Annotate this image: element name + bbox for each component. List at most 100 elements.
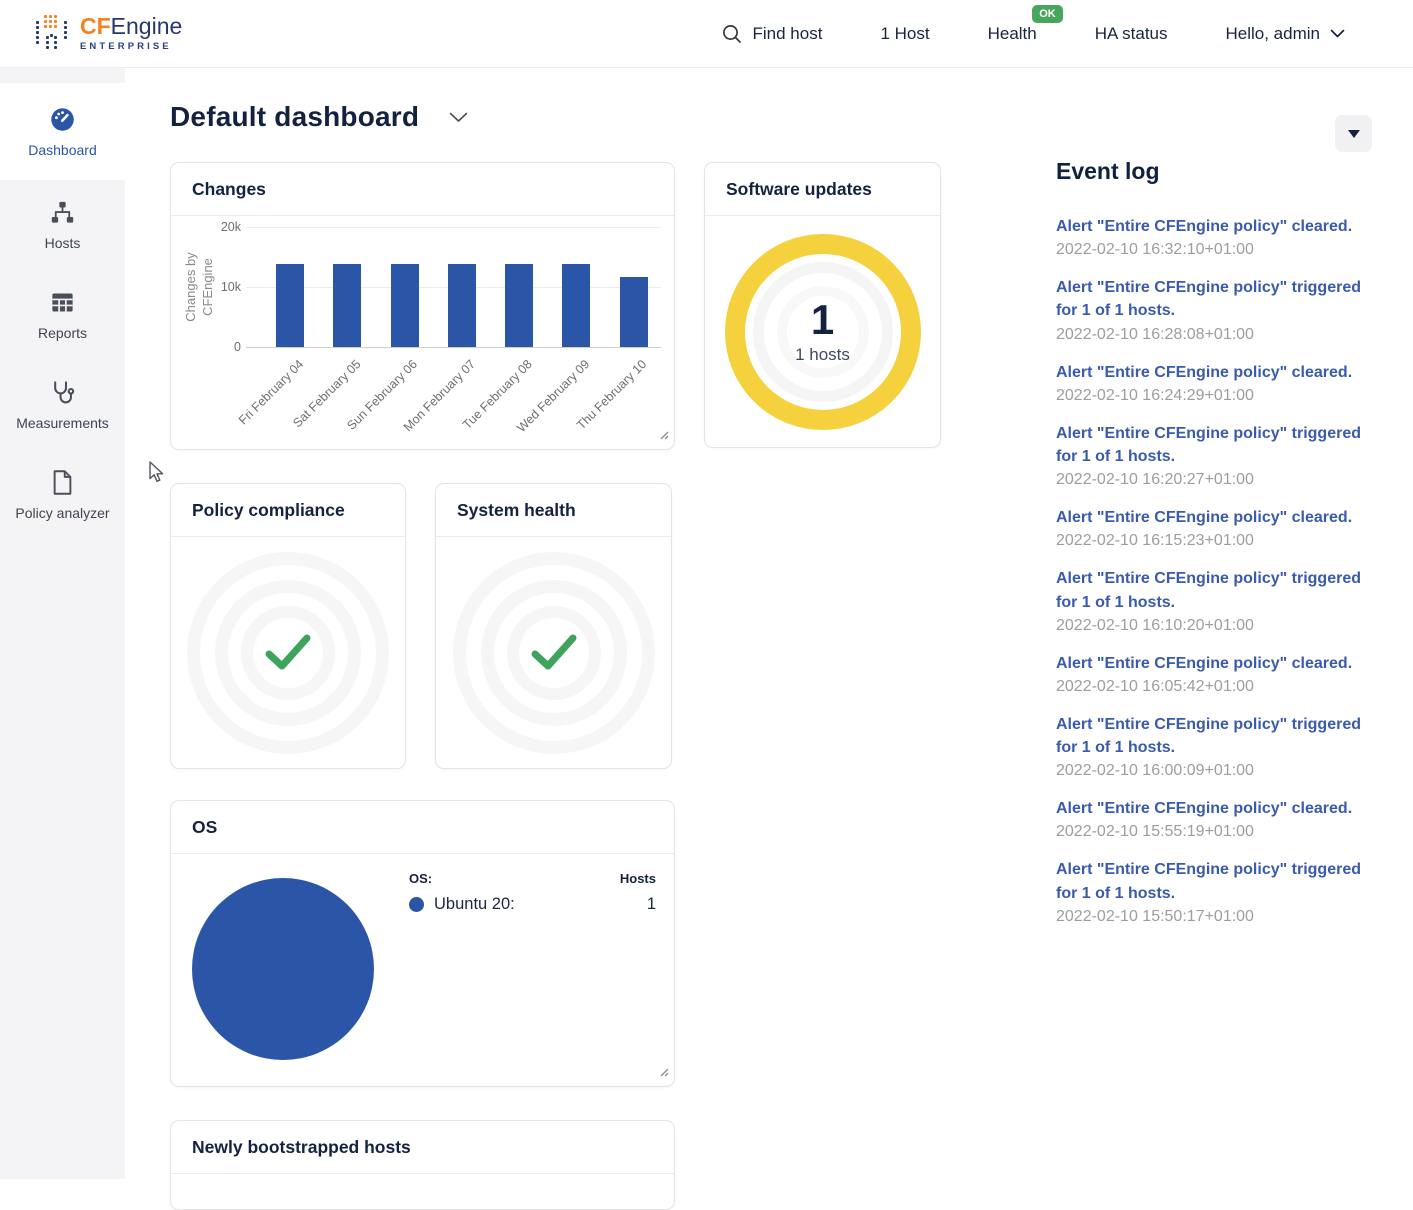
header-nav: Find host 1 Host Health OK HA status Hel… [721, 23, 1345, 45]
page-title: Default dashboard [170, 101, 419, 133]
x-axis-line [246, 347, 661, 348]
event-log-collapse-button[interactable] [1335, 115, 1372, 152]
changes-resize-handle[interactable] [658, 427, 669, 445]
document-icon [50, 469, 75, 496]
changes-bar [562, 264, 590, 347]
y-axis-tick-label: 0 [199, 340, 241, 354]
event-log-entry: Alert "Entire CFEngine policy" cleared.2… [1056, 506, 1372, 550]
software-updates-count: 1 [795, 298, 850, 342]
event-log-timestamp: 2022-02-10 15:55:19+01:00 [1056, 823, 1372, 841]
changes-bar [505, 264, 533, 347]
event-log-entry-link[interactable]: Alert "Entire CFEngine policy" triggered… [1056, 422, 1372, 468]
os-panel: OS OS: Hosts Ubuntu 20:1 [170, 800, 675, 1087]
ring-decoration [481, 580, 627, 726]
changes-panel: Changes Changes byCFEngine 20k10k0Fri Fe… [170, 162, 675, 450]
check-ok-icon [530, 634, 578, 672]
event-log-entry: Alert "Entire CFEngine policy" triggered… [1056, 858, 1372, 925]
sidebar-item-measurements[interactable]: Measurements [0, 360, 125, 450]
gauge-icon [49, 106, 76, 133]
gridline [246, 227, 661, 228]
event-log-entry-link[interactable]: Alert "Entire CFEngine policy" cleared. [1056, 506, 1372, 529]
system-health-panel: System health [435, 483, 672, 769]
event-log-entry: Alert "Entire CFEngine policy" cleared. 2… [1056, 215, 1372, 259]
event-log-timestamp: 2022-02-10 16:05:42+01:00 [1056, 678, 1372, 696]
event-log-entry: Alert "Entire CFEngine policy" cleared. 2… [1056, 652, 1372, 696]
event-log-entry-link[interactable]: Alert "Entire CFEngine policy" triggered… [1056, 567, 1372, 613]
event-log-entry-link[interactable]: Alert "Entire CFEngine policy" triggered… [1056, 276, 1372, 322]
main-content: Default dashboard Changes Changes byCFEn… [125, 68, 1413, 1179]
top-header: CFEngine ENTERPRISE Find host 1 Host Hea… [0, 0, 1413, 68]
sidebar-item-hosts[interactable]: Hosts [0, 180, 125, 270]
changes-bar [391, 264, 419, 347]
os-hosts-header: Hosts [620, 871, 656, 886]
ring-decoration [241, 606, 335, 700]
ha-status-link[interactable]: HA status [1095, 24, 1168, 44]
caret-down-icon [1348, 130, 1360, 138]
event-log-entry: Alert "Entire CFEngine policy" triggered… [1056, 713, 1372, 780]
health-ok-badge: OK [1032, 5, 1063, 23]
software-updates-panel: Software updates 1 1 hosts [704, 162, 941, 448]
os-resize-handle[interactable] [658, 1064, 669, 1082]
user-menu[interactable]: Hello, admin [1226, 24, 1346, 44]
chevron-down-icon [1330, 29, 1345, 38]
event-log-entry: Alert "Entire CFEngine policy" cleared.2… [1056, 361, 1372, 405]
os-legend-label: Ubuntu 20: [434, 895, 515, 914]
os-pie-chart [192, 878, 374, 1060]
software-updates-panel-title: Software updates [705, 163, 940, 216]
event-log-entry: Alert "Entire CFEngine policy" triggered… [1056, 422, 1372, 489]
ring-decoration [187, 552, 389, 754]
find-host-label: Find host [753, 24, 823, 44]
event-log-timestamp: 2022-02-10 16:00:09+01:00 [1056, 762, 1372, 780]
event-log-entry: Alert "Entire CFEngine policy" cleared. 2… [1056, 797, 1372, 841]
event-log-timestamp: 2022-02-10 15:50:17+01:00 [1056, 908, 1372, 926]
check-ok-icon [264, 634, 312, 672]
sidebar-item-label: Reports [38, 325, 87, 341]
event-log-entry-link[interactable]: Alert "Entire CFEngine policy" triggered… [1056, 713, 1372, 759]
cfengine-logo-icon [36, 15, 69, 52]
changes-bar [276, 264, 304, 347]
legend-dot-icon [409, 897, 424, 912]
brand-name: CFEngine [80, 15, 182, 38]
sidebar-item-label: Dashboard [28, 142, 97, 158]
changes-bar [333, 264, 361, 347]
event-log-entry-link[interactable]: Alert "Entire CFEngine policy" triggered… [1056, 858, 1372, 904]
sidebar-item-dashboard[interactable]: Dashboard [0, 83, 125, 180]
ring-decoration [507, 606, 601, 700]
software-updates-ring[interactable]: 1 1 hosts [725, 234, 921, 430]
event-log-entry-link[interactable]: Alert "Entire CFEngine policy" cleared. [1056, 361, 1372, 384]
newly-bootstrapped-panel: Newly bootstrapped hosts [170, 1120, 675, 1210]
sidebar-item-label: Hosts [45, 235, 81, 251]
os-legend-row: Ubuntu 20: 1 [409, 895, 656, 914]
cfengine-logo[interactable]: CFEngine ENTERPRISE [36, 15, 182, 52]
event-log-entry-link[interactable]: Alert "Entire CFEngine policy" cleared. [1056, 652, 1372, 675]
changes-panel-title: Changes [171, 163, 674, 216]
event-log-timestamp: 2022-02-10 16:28:08+01:00 [1056, 326, 1372, 344]
ring-decoration [215, 580, 361, 726]
event-log: Event log Alert "Entire CFEngine policy"… [1056, 158, 1372, 943]
health-link[interactable]: Health OK [988, 24, 1037, 44]
system-health-panel-title: System health [436, 484, 671, 537]
event-log-timestamp: 2022-02-10 16:32:10+01:00 [1056, 241, 1372, 259]
event-log-entry-link[interactable]: Alert "Entire CFEngine policy" cleared. [1056, 797, 1372, 820]
y-axis-tick-label: 20k [199, 220, 241, 234]
event-log-timestamp: 2022-02-10 16:20:27+01:00 [1056, 471, 1372, 489]
ring-decoration [453, 552, 655, 754]
search-icon [721, 23, 743, 45]
changes-bar [448, 264, 476, 347]
os-panel-title: OS [171, 801, 674, 854]
sidebar-item-policy-analyzer[interactable]: Policy analyzer [0, 450, 125, 540]
event-log-entry: Alert "Entire CFEngine policy" triggered… [1056, 276, 1372, 343]
sidebar-item-label: Policy analyzer [15, 505, 109, 521]
find-host-button[interactable]: Find host [721, 23, 823, 45]
changes-bar [620, 277, 648, 347]
brand-subtitle: ENTERPRISE [80, 42, 182, 52]
event-log-entry-link[interactable]: Alert "Entire CFEngine policy" cleared. [1056, 215, 1372, 238]
sidebar-item-label: Measurements [16, 415, 109, 431]
y-axis-tick-label: 10k [199, 280, 241, 294]
sidebar-item-reports[interactable]: Reports [0, 270, 125, 360]
os-legend: OS: Hosts Ubuntu 20:1 [409, 871, 656, 914]
os-legend-value: 1 [647, 895, 656, 914]
host-count-link[interactable]: 1 Host [880, 24, 929, 44]
dashboard-selector-chevron-icon[interactable] [449, 112, 468, 123]
network-icon [49, 199, 76, 226]
